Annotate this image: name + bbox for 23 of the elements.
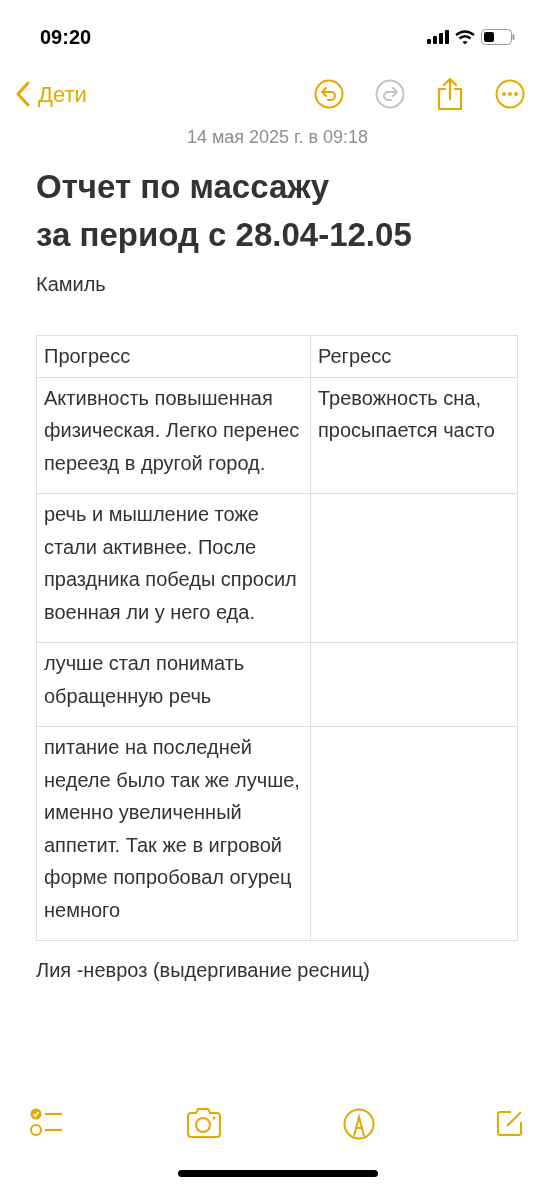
share-icon[interactable] <box>436 77 464 111</box>
pen-circle-icon[interactable] <box>342 1108 375 1140</box>
back-button[interactable]: Дети <box>16 77 87 111</box>
table-cell: речь и мышление тоже стали активнее. После праздника победы спросил военная ли у него еда. <box>36 493 311 643</box>
status-time: 09:20 <box>40 25 92 50</box>
wifi-icon <box>455 29 475 45</box>
battery-icon <box>481 29 515 45</box>
camera-icon[interactable] <box>186 1108 223 1138</box>
table-header-cell: Прогресс <box>36 335 311 377</box>
compose-icon[interactable] <box>495 1108 525 1138</box>
table-cell: Активность повышенная физическая. Легко перенес переезд в другой город. <box>36 377 311 494</box>
note-subtitle: Камиль <box>36 272 107 297</box>
note-date: 14 мая 2025 г. в 09:18 <box>186 126 369 149</box>
note-title: Отчет по массажу за период с 28.04-12.05 <box>36 167 413 255</box>
table-cell: Тревожность сна, просыпается часто <box>310 377 518 494</box>
section-heading: Лия -невроз (выдергивание ресниц) <box>36 958 371 983</box>
table-cell: питание на последней неделе было так же лучше, именно увеличенный аппетит. Так же в игровой форме попробовал огурец немного <box>36 726 311 941</box>
table-header-cell: Регресс <box>310 335 518 377</box>
signal-icon <box>427 30 449 44</box>
undo-icon[interactable] <box>314 79 344 109</box>
more-icon[interactable] <box>495 79 525 109</box>
chevron-left-icon <box>16 81 30 107</box>
table-cell: лучше стал понимать обращенную речь <box>36 642 311 727</box>
